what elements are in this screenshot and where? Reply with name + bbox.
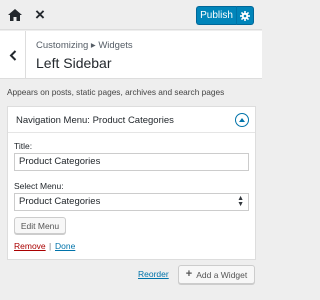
gear-icon[interactable]: [236, 6, 254, 25]
chevron-up-icon[interactable]: [235, 113, 249, 127]
select-arrows-icon: ▲ ▼: [237, 195, 244, 208]
title-input[interactable]: Product Categories: [14, 153, 249, 171]
done-link[interactable]: Done: [55, 241, 75, 251]
publish-button[interactable]: Publish: [196, 6, 236, 25]
close-icon[interactable]: ×: [30, 0, 50, 30]
select-menu-value: Product Categories: [19, 196, 101, 207]
home-icon[interactable]: [0, 0, 30, 30]
select-menu-dropdown[interactable]: Product Categories ▲ ▼: [14, 193, 249, 211]
add-widget-label: Add a Widget: [196, 269, 248, 280]
chevron-left-icon[interactable]: [0, 31, 26, 79]
section-header: Customizing ▸ Widgets Left Sidebar: [0, 31, 262, 79]
remove-link[interactable]: Remove: [14, 241, 46, 251]
edit-menu-button[interactable]: Edit Menu: [14, 217, 66, 234]
select-menu-label: Select Menu:: [14, 181, 64, 191]
customizer-topbar: × Publish: [0, 0, 262, 30]
title-label: Title:: [14, 141, 33, 151]
reorder-link[interactable]: Reorder: [138, 269, 169, 279]
sidebar-description: Appears on posts, static pages, archives…: [7, 87, 225, 97]
widget-navigation-menu: Navigation Menu: Product Categories Titl…: [7, 106, 256, 260]
widget-title: Navigation Menu: Product Categories: [16, 115, 174, 126]
widget-header[interactable]: Navigation Menu: Product Categories: [8, 107, 255, 133]
breadcrumb: Customizing ▸ Widgets: [36, 40, 133, 51]
add-widget-button[interactable]: + Add a Widget: [178, 265, 255, 284]
plus-icon: +: [185, 268, 193, 280]
link-separator: |: [49, 241, 52, 251]
page-title: Left Sidebar: [36, 55, 112, 71]
